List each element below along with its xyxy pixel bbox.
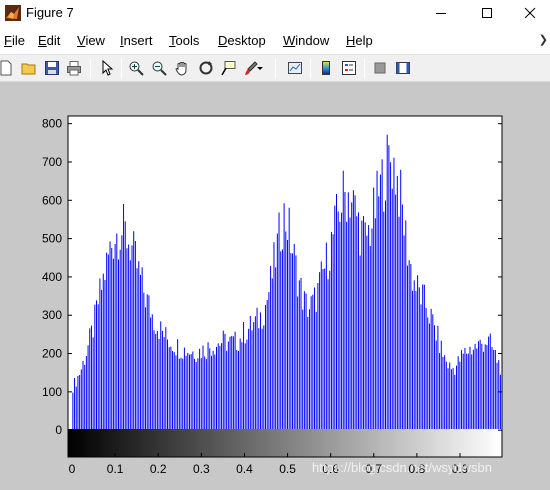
toolbar-separator bbox=[364, 59, 365, 79]
show-plot-tools-icon bbox=[396, 62, 410, 74]
rotate-3d-icon bbox=[199, 61, 213, 75]
open-file-icon bbox=[21, 63, 36, 75]
show-plot-tools-button[interactable] bbox=[393, 58, 413, 78]
edit-plot-button[interactable] bbox=[97, 58, 117, 78]
x-tick-label: 0.3 bbox=[193, 462, 210, 476]
y-tick-label: 500 bbox=[42, 232, 62, 246]
toolbar-separator bbox=[275, 59, 276, 79]
legend-button[interactable] bbox=[339, 58, 359, 78]
maximize-icon bbox=[482, 8, 492, 18]
save-icon bbox=[45, 61, 59, 75]
print-button[interactable] bbox=[64, 58, 84, 78]
x-tick-label: 0.5 bbox=[279, 462, 296, 476]
link-plot-icon bbox=[288, 62, 302, 74]
menu-tools[interactable]: Tools bbox=[169, 33, 199, 48]
print-icon bbox=[67, 61, 81, 76]
zoom-out-icon bbox=[152, 61, 167, 76]
zoom-out-button[interactable] bbox=[149, 58, 169, 78]
menu-view[interactable]: View bbox=[77, 33, 105, 48]
figure-canvas: 0 100 200 300 400 500 600 700 800 0 0.1 0.2 0.3 0.4 0… bbox=[0, 82, 550, 490]
toolbar-separator bbox=[310, 59, 311, 79]
pan-button[interactable] bbox=[172, 58, 192, 78]
colorbar-icon bbox=[322, 61, 330, 75]
y-tick-label: 100 bbox=[42, 385, 62, 399]
chevron-right-icon[interactable]: ❯ bbox=[539, 33, 548, 46]
y-tick-label: 800 bbox=[42, 117, 62, 131]
chevron-down-icon bbox=[257, 67, 263, 70]
toolbar bbox=[0, 54, 550, 82]
zoom-in-icon bbox=[129, 61, 144, 76]
menu-insert[interactable]: Insert bbox=[120, 33, 153, 48]
window-title: Figure 7 bbox=[26, 5, 74, 20]
data-cursor-button[interactable] bbox=[218, 58, 238, 78]
toolbar-separator bbox=[90, 59, 91, 79]
y-tick-label: 400 bbox=[42, 270, 62, 284]
y-tick-label: 700 bbox=[42, 155, 62, 169]
y-tick-label: 600 bbox=[42, 193, 62, 207]
hide-plot-tools-icon bbox=[374, 62, 386, 74]
y-tick-label: 300 bbox=[42, 308, 62, 322]
menu-window[interactable]: Window bbox=[283, 33, 329, 48]
zoom-in-button[interactable] bbox=[126, 58, 146, 78]
legend-icon bbox=[342, 61, 356, 75]
toolbar-separator bbox=[121, 59, 122, 79]
menu-help[interactable]: Help bbox=[346, 33, 373, 48]
new-figure-button[interactable] bbox=[0, 58, 16, 78]
minimize-icon bbox=[436, 13, 446, 14]
menu-bar: File Edit View Insert Tools Desktop Wind… bbox=[0, 30, 550, 52]
link-plot-button[interactable] bbox=[285, 58, 305, 78]
x-tick-label: 0 bbox=[69, 462, 76, 476]
hide-plot-tools-button[interactable] bbox=[370, 58, 390, 78]
data-cursor-icon bbox=[221, 61, 236, 76]
x-tick-label: 0.2 bbox=[150, 462, 167, 476]
x-tick-label: 0.1 bbox=[107, 462, 124, 476]
new-figure-icon bbox=[0, 60, 12, 76]
rotate-3d-button[interactable] bbox=[196, 58, 216, 78]
open-file-button[interactable] bbox=[19, 58, 39, 78]
save-button[interactable] bbox=[42, 58, 62, 78]
y-tick-label: 200 bbox=[42, 347, 62, 361]
colorbar-gradient bbox=[68, 429, 502, 457]
menu-desktop[interactable]: Desktop bbox=[218, 33, 266, 48]
menu-file[interactable]: File bbox=[4, 33, 25, 48]
maximize-button[interactable] bbox=[464, 0, 510, 26]
close-icon bbox=[524, 7, 536, 19]
y-tick-label: 0 bbox=[55, 423, 62, 437]
edit-plot-arrow-icon bbox=[102, 60, 114, 76]
pan-hand-icon bbox=[175, 62, 187, 76]
axes-background bbox=[68, 116, 502, 457]
menu-edit[interactable]: Edit bbox=[38, 33, 60, 48]
brush-menu-button[interactable] bbox=[255, 58, 265, 78]
x-tick-label: 0.4 bbox=[236, 462, 253, 476]
watermark-text: https://blog.csdn.net/wsydwsbn bbox=[312, 460, 492, 475]
histogram-plot[interactable]: 0 100 200 300 400 500 600 700 800 0 0.1 0.2 0.3 0.4 0… bbox=[0, 82, 550, 490]
title-bar: Figure 7 bbox=[0, 0, 550, 27]
colorbar-button[interactable] bbox=[316, 58, 336, 78]
matlab-logo-icon bbox=[5, 5, 21, 21]
close-button[interactable] bbox=[507, 0, 550, 26]
minimize-button[interactable] bbox=[418, 0, 464, 26]
